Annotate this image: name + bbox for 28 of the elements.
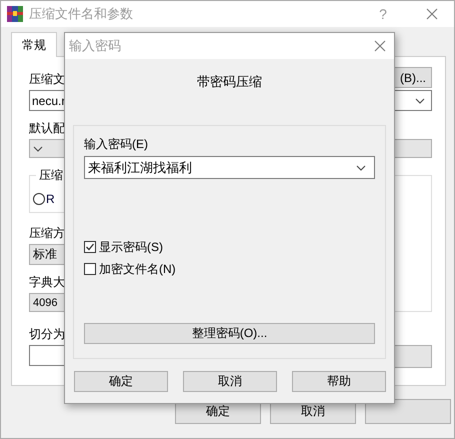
field-label: 输入密码(E) [84, 136, 148, 153]
tab[interactable]: 常规 [11, 32, 57, 57]
field-label: 压缩文 [29, 71, 65, 88]
close-icon[interactable] [374, 40, 386, 52]
chevron-down-icon [415, 98, 425, 104]
dialog-button[interactable]: 确定 [74, 371, 168, 392]
dialog-button[interactable]: 帮助 [292, 371, 386, 392]
field-label: 默认配 [29, 120, 65, 137]
archive-app-icon [7, 6, 23, 22]
window-title: 压缩文件名和参数 [29, 5, 134, 23]
checkbox[interactable] [84, 241, 96, 253]
password-field[interactable]: 来福利江湖找福利 [84, 156, 375, 179]
dialog-title: 输入密码 [69, 37, 121, 55]
checkbox-label: 显示密码(S) [99, 238, 163, 256]
chevron-down-icon [356, 164, 366, 170]
field-label: 字典大 [29, 274, 65, 291]
chevron-down-icon [33, 146, 43, 152]
close-icon[interactable] [426, 8, 438, 20]
checkbox-label: 加密文件名(N) [99, 260, 176, 278]
dialog-button[interactable]: 取消 [183, 371, 277, 392]
checkbox[interactable] [84, 263, 96, 275]
browse-button[interactable]: (B)... [394, 67, 432, 88]
dialog-heading: 带密码压缩 [196, 73, 263, 91]
organize-passwords-button[interactable]: 整理密码(O)... [84, 323, 375, 344]
field-label: 压缩方 [29, 225, 65, 242]
radio-label: R [46, 192, 55, 206]
field-label: 切分为 [29, 326, 65, 343]
radio-button[interactable] [33, 193, 45, 205]
